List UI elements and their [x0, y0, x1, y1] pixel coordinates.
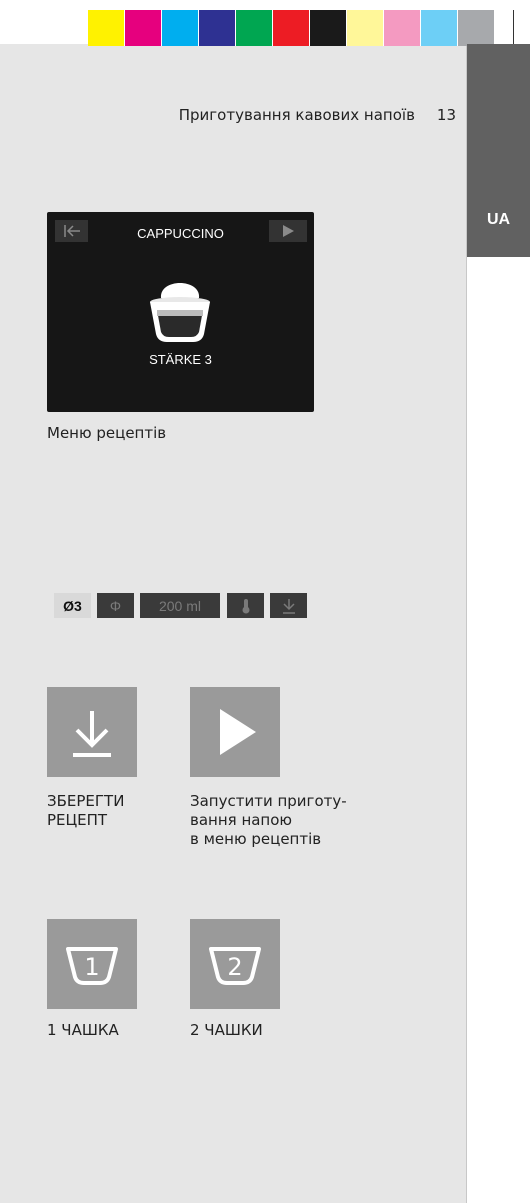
- print-color-bar: [88, 10, 495, 46]
- volume-option-label: 200 ml: [158, 597, 202, 614]
- volume-option[interactable]: 200 ml: [140, 593, 220, 618]
- page-number: 13: [436, 106, 456, 124]
- running-header: Приготування кавових напоїв 13: [0, 106, 456, 124]
- device-display: Ø3 Φ 200 ml: [47, 212, 314, 618]
- one-cup-caption: 1 ЧАШКА: [47, 1021, 119, 1039]
- color-swatch: [236, 10, 273, 46]
- color-swatch: [88, 10, 125, 46]
- color-swatch: [125, 10, 162, 46]
- play-icon: [220, 709, 256, 755]
- color-swatch: [347, 10, 384, 46]
- caption-line: в меню рецептів: [190, 830, 322, 848]
- strength-option[interactable]: Ø3: [54, 593, 91, 618]
- two-cups-number: 2: [227, 953, 242, 981]
- aroma-option[interactable]: Φ: [97, 593, 134, 618]
- caption-line: Запустити приготу-: [190, 792, 347, 810]
- color-swatch: [310, 10, 347, 46]
- aroma-icon: Φ: [109, 597, 122, 614]
- two-cups-caption: 2 ЧАШКИ: [190, 1021, 263, 1039]
- two-cups-tile: 2: [190, 919, 280, 1009]
- display-title: CAPPUCCINO: [137, 226, 224, 241]
- one-cup-tile: 1: [47, 919, 137, 1009]
- cappuccino-cup-icon: [150, 283, 210, 342]
- crop-mark: [513, 10, 514, 46]
- start-tile: [190, 687, 280, 777]
- language-tab: UA: [467, 44, 530, 257]
- start-brewing-caption: Запустити приготу- вання напою в меню ре…: [190, 792, 347, 849]
- color-swatch: [458, 10, 495, 46]
- save-icon: [282, 598, 295, 614]
- recipe-menu-caption: Меню рецептів: [47, 424, 167, 442]
- color-swatch: [199, 10, 236, 46]
- save-recipe-caption: ЗБЕРЕГТИ РЕЦЕПТ: [47, 792, 124, 830]
- caption-line: вання напою: [190, 811, 293, 829]
- one-cup-icon: 1: [66, 947, 118, 985]
- strength-option-label: Ø3: [63, 597, 82, 614]
- color-swatch: [273, 10, 310, 46]
- caption-line: ЗБЕРЕГТИ: [47, 792, 125, 810]
- two-cups-icon: 2: [209, 947, 261, 985]
- one-cup-number: 1: [84, 953, 99, 981]
- color-swatch: [162, 10, 199, 46]
- display-strength: STÄRKE 3: [149, 352, 212, 367]
- save-recipe-tile: [47, 687, 137, 777]
- color-swatch: [421, 10, 458, 46]
- save-icon: [73, 711, 111, 757]
- language-tab-label: UA: [486, 211, 511, 228]
- caption-line: РЕЦЕПТ: [47, 811, 108, 829]
- save-option[interactable]: [270, 593, 307, 618]
- temperature-option[interactable]: [227, 593, 264, 618]
- thermometer-icon: [242, 598, 249, 613]
- chapter-title: Приготування кавових напоїв: [178, 106, 415, 124]
- color-swatch: [384, 10, 421, 46]
